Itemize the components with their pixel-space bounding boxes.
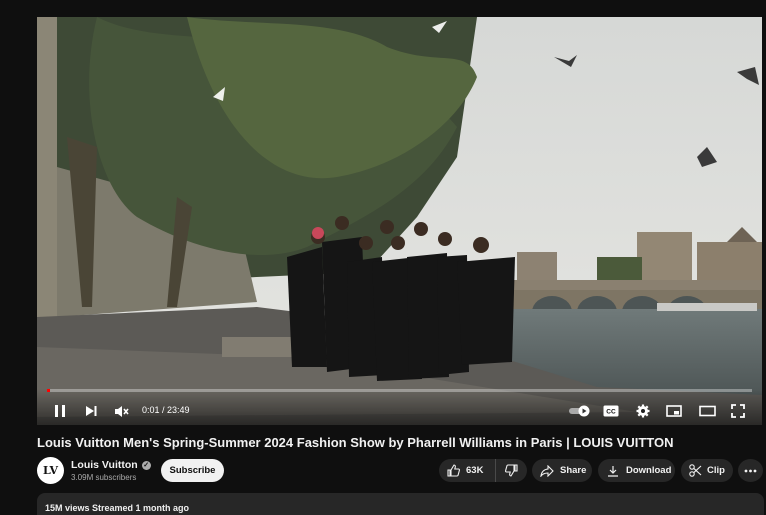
next-button[interactable]: [82, 401, 100, 421]
youtube-watch-page: 0:01 / 23:49 CC Louis Vuitton Men's Spri…: [0, 0, 766, 515]
autoplay-toggle-icon: [569, 405, 590, 417]
description-box[interactable]: 15M views Streamed 1 month ago: [37, 493, 764, 515]
settings-icon: [636, 404, 650, 418]
fullscreen-button[interactable]: [729, 401, 747, 421]
channel-avatar[interactable]: LV: [37, 457, 64, 484]
more-icon: [744, 469, 757, 472]
share-icon: [540, 464, 554, 477]
verified-icon: ✓: [141, 461, 151, 470]
like-dislike-group: 63K: [439, 459, 527, 482]
share-label: Share: [560, 465, 587, 476]
dislike-button[interactable]: [496, 459, 527, 482]
settings-button[interactable]: [634, 401, 652, 421]
channel-name-wrap[interactable]: Louis Vuitton ✓: [71, 459, 151, 471]
like-button[interactable]: 63K: [439, 459, 496, 482]
captions-button[interactable]: CC: [602, 401, 620, 421]
clip-icon: [689, 464, 702, 477]
player-controls: 0:01 / 23:49 CC: [37, 389, 762, 425]
miniplayer-button[interactable]: [665, 401, 683, 421]
subscribe-button[interactable]: Subscribe: [161, 459, 224, 482]
time-display: 0:01 / 23:49: [142, 405, 190, 415]
video-frame: [37, 17, 762, 425]
mute-icon: [114, 405, 129, 417]
subscriber-count: 3.09M subscribers: [71, 473, 137, 482]
download-label: Download: [626, 465, 672, 476]
channel-row: LV Louis Vuitton ✓ 3.09M subscribers Subs…: [37, 456, 765, 488]
download-icon: [608, 465, 618, 477]
svg-text:CC: CC: [606, 409, 616, 416]
avatar-text: LV: [43, 464, 58, 477]
clip-label: Clip: [707, 465, 725, 476]
autoplay-toggle[interactable]: [567, 401, 593, 421]
theater-mode-button[interactable]: [698, 401, 716, 421]
captions-icon: CC: [603, 405, 619, 417]
video-player[interactable]: 0:01 / 23:49 CC: [37, 17, 762, 425]
share-button[interactable]: Share: [532, 459, 592, 482]
like-icon: [447, 464, 460, 477]
fullscreen-icon: [731, 404, 745, 418]
download-button[interactable]: Download: [598, 459, 675, 482]
clip-button[interactable]: Clip: [681, 459, 733, 482]
channel-name[interactable]: Louis Vuitton: [71, 459, 138, 471]
progress-played: [47, 389, 50, 392]
dislike-icon: [505, 464, 518, 477]
progress-bar[interactable]: [47, 389, 752, 392]
video-title: Louis Vuitton Men's Spring-Summer 2024 F…: [37, 435, 674, 450]
pause-icon: [55, 405, 65, 417]
miniplayer-icon: [666, 405, 682, 417]
pause-button[interactable]: [51, 401, 69, 421]
mute-button[interactable]: [112, 401, 130, 421]
theater-icon: [698, 405, 716, 417]
view-count-and-date: 15M views Streamed 1 month ago: [45, 503, 190, 513]
more-actions-button[interactable]: [738, 459, 763, 482]
next-icon: [85, 406, 96, 416]
like-count: 63K: [466, 465, 484, 476]
